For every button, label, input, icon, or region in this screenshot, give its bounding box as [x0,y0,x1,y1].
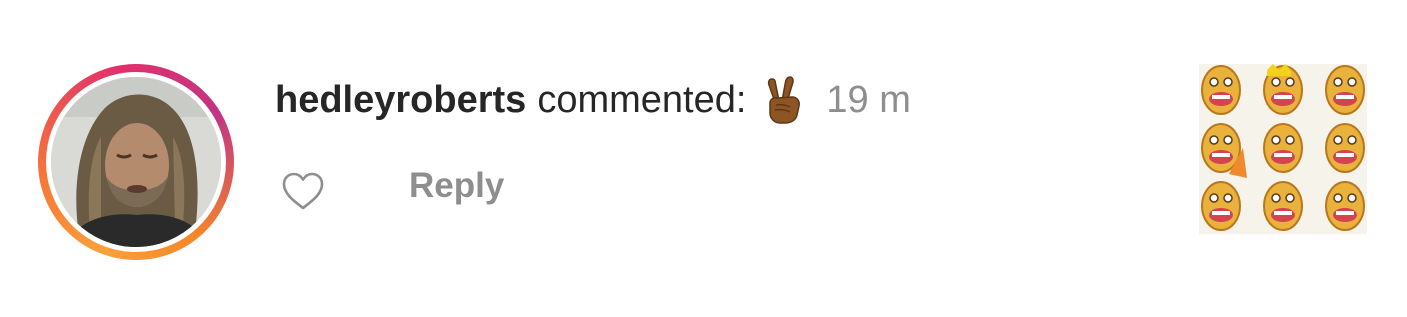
reply-button[interactable]: Reply [409,166,504,206]
sticker-face [1201,65,1241,115]
comment-notification-row[interactable]: hedleyroberts commented: 19 m Reply [0,0,1407,317]
avatar-photo [51,77,221,247]
sticker-face [1325,123,1365,173]
comment-text: hedleyroberts commented: 19 m [275,72,911,128]
heart-outline-icon [282,172,324,210]
action-text: commented: [537,78,747,121]
sticker-pattern-image [1201,64,1365,231]
sticker-face [1325,181,1365,231]
peace-hand-emoji-icon [760,75,806,125]
timestamp: 19 m [826,78,911,121]
like-button[interactable] [280,170,326,212]
sticker-face [1263,123,1303,173]
story-ring[interactable] [38,64,234,260]
sticker-face [1201,181,1241,231]
avatar[interactable] [51,77,221,247]
post-thumbnail[interactable] [1199,64,1367,234]
username-link[interactable]: hedleyroberts [275,79,526,122]
sticker-face [1325,65,1365,115]
sticker-face [1263,181,1303,231]
